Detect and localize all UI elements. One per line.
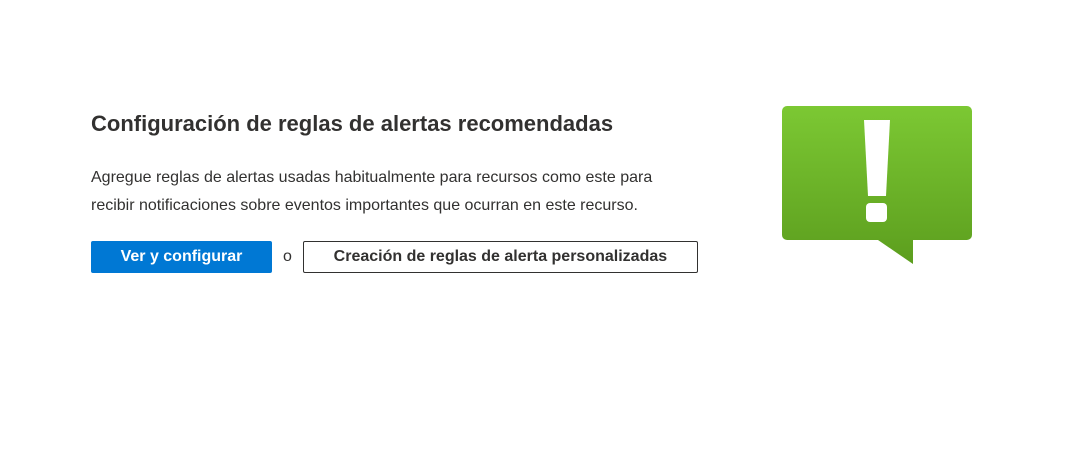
exclamation-stem — [864, 120, 890, 196]
recommended-alerts-page: Configuración de reglas de alertas recom… — [0, 0, 1077, 469]
description-text: Agregue reglas de alertas usadas habitua… — [91, 169, 653, 214]
page-title: Configuración de reglas de alertas recom… — [91, 111, 614, 136]
exclamation-dot — [866, 203, 887, 222]
view-and-configure-button[interactable]: Ver y configurar — [91, 241, 272, 273]
or-separator: o — [283, 248, 292, 265]
recommended-alerts-panel: Configuración de reglas de alertas recom… — [91, 108, 711, 273]
action-row: Ver y configurar o Creación de reglas de… — [91, 241, 711, 273]
create-custom-alert-rules-button[interactable]: Creación de reglas de alerta personaliza… — [302, 241, 698, 273]
alert-exclamation-speech-bubble-icon — [782, 106, 972, 264]
